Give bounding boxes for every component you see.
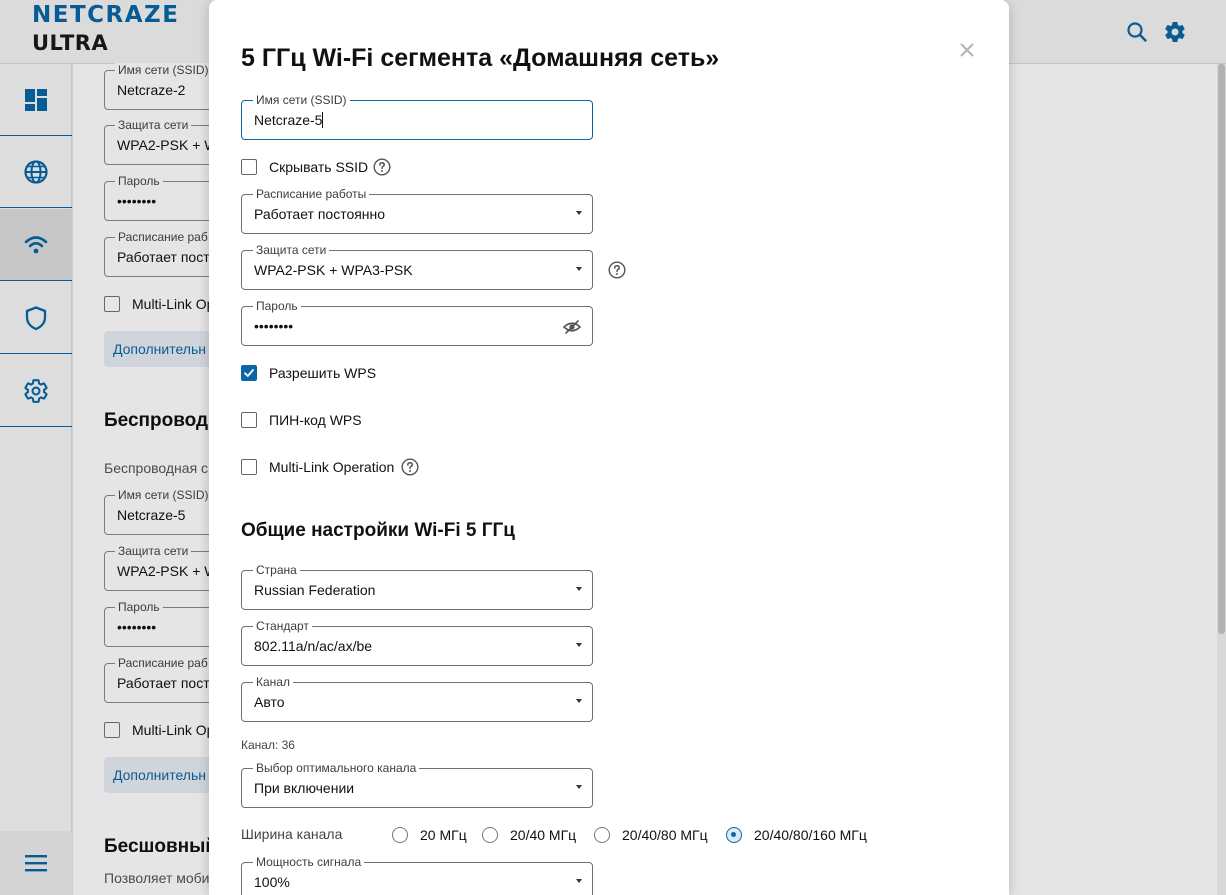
checkbox-box[interactable] bbox=[241, 412, 257, 428]
chevron-down-icon bbox=[576, 211, 582, 215]
radio-dot[interactable] bbox=[482, 827, 498, 843]
allow-wps-checkbox[interactable]: Разрешить WPS bbox=[241, 363, 376, 383]
security-value: WPA2-PSK + WPA3-PSK bbox=[254, 262, 413, 278]
standard-select[interactable]: Стандарт 802.11a/n/ac/ax/be bbox=[241, 619, 593, 666]
signal-power-value: 100% bbox=[254, 874, 290, 890]
password-value: •••••••• bbox=[254, 318, 294, 334]
optimal-channel-select[interactable]: Выбор оптимального канала При включении bbox=[241, 761, 593, 808]
channel-info: Канал: 36 bbox=[241, 738, 295, 752]
security-select[interactable]: Защита сети WPA2-PSK + WPA3-PSK bbox=[241, 243, 593, 290]
schedule-select[interactable]: Расписание работы Работает постоянно bbox=[241, 187, 593, 234]
radio-dot[interactable] bbox=[392, 827, 408, 843]
ssid-text: Netcraze-5 bbox=[254, 112, 323, 128]
channel-value: Авто bbox=[254, 694, 285, 710]
radio-label: 20/40 МГц bbox=[510, 827, 577, 843]
bandwidth-radio-20-40-80[interactable]: 20/40/80 МГц bbox=[594, 826, 708, 844]
eye-off-icon[interactable] bbox=[562, 317, 582, 337]
signal-power-label: Мощность сигнала bbox=[253, 855, 365, 869]
bandwidth-radio-20[interactable]: 20 МГц bbox=[392, 826, 467, 844]
text-cursor bbox=[322, 112, 324, 128]
schedule-label: Расписание работы bbox=[253, 187, 370, 201]
wps-pin-label: ПИН-код WPS bbox=[269, 412, 362, 428]
chevron-down-icon bbox=[576, 643, 582, 647]
close-icon[interactable] bbox=[957, 40, 977, 60]
bandwidth-radio-20-40-80-160[interactable]: 20/40/80/160 МГц bbox=[726, 826, 867, 844]
chevron-down-icon bbox=[576, 587, 582, 591]
general-settings-title: Общие настройки Wi-Fi 5 ГГц bbox=[241, 520, 515, 541]
password-input[interactable]: Пароль •••••••• bbox=[241, 299, 593, 346]
optimal-channel-label: Выбор оптимального канала bbox=[253, 761, 420, 775]
password-label: Пароль bbox=[253, 299, 301, 313]
help-icon[interactable] bbox=[608, 261, 626, 279]
radio-dot[interactable] bbox=[594, 827, 610, 843]
schedule-value: Работает постоянно bbox=[254, 206, 386, 222]
country-label: Страна bbox=[253, 563, 300, 577]
chevron-down-icon bbox=[576, 699, 582, 703]
wifi-settings-dialog: 5 ГГц Wi-Fi сегмента «Домашняя сеть» Имя… bbox=[209, 0, 1009, 895]
mlo-checkbox[interactable]: Multi-Link Operation bbox=[241, 457, 394, 477]
help-icon[interactable] bbox=[373, 158, 391, 176]
dialog-title: 5 ГГц Wi-Fi сегмента «Домашняя сеть» bbox=[241, 44, 720, 72]
bandwidth-radio-20-40[interactable]: 20/40 МГц bbox=[482, 826, 576, 844]
mlo-label: Multi-Link Operation bbox=[269, 459, 395, 475]
hide-ssid-label: Скрывать SSID bbox=[269, 159, 369, 175]
ssid-input[interactable]: Имя сети (SSID) Netcraze-5 bbox=[241, 93, 593, 140]
country-value: Russian Federation bbox=[254, 582, 376, 598]
check-icon bbox=[244, 369, 254, 377]
chevron-down-icon bbox=[576, 879, 582, 883]
optimal-channel-value: При включении bbox=[254, 780, 355, 796]
radio-label: 20/40/80/160 МГц bbox=[754, 827, 867, 843]
ssid-label: Имя сети (SSID) bbox=[253, 93, 350, 107]
channel-label: Канал bbox=[253, 675, 293, 689]
channel-select[interactable]: Канал Авто bbox=[241, 675, 593, 722]
standard-value: 802.11a/n/ac/ax/be bbox=[254, 638, 373, 654]
chevron-down-icon bbox=[576, 785, 582, 789]
signal-power-select[interactable]: Мощность сигнала 100% bbox=[241, 855, 593, 895]
radio-label: 20/40/80 МГц bbox=[622, 827, 708, 843]
bandwidth-label: Ширина канала bbox=[241, 826, 343, 842]
ssid-value: Netcraze-5 bbox=[254, 112, 324, 128]
checkbox-box[interactable] bbox=[241, 459, 257, 475]
radio-label: 20 МГц bbox=[420, 827, 467, 843]
chevron-down-icon bbox=[576, 267, 582, 271]
security-label: Защита сети bbox=[253, 243, 330, 257]
country-select[interactable]: Страна Russian Federation bbox=[241, 563, 593, 610]
checkbox-box[interactable] bbox=[241, 159, 257, 175]
wps-pin-checkbox[interactable]: ПИН-код WPS bbox=[241, 410, 362, 430]
allow-wps-label: Разрешить WPS bbox=[269, 365, 377, 381]
checkbox-box[interactable] bbox=[241, 365, 257, 381]
radio-dot[interactable] bbox=[726, 827, 742, 843]
standard-label: Стандарт bbox=[253, 619, 312, 633]
hide-ssid-checkbox[interactable]: Скрывать SSID bbox=[241, 157, 368, 177]
help-icon[interactable] bbox=[401, 458, 419, 476]
